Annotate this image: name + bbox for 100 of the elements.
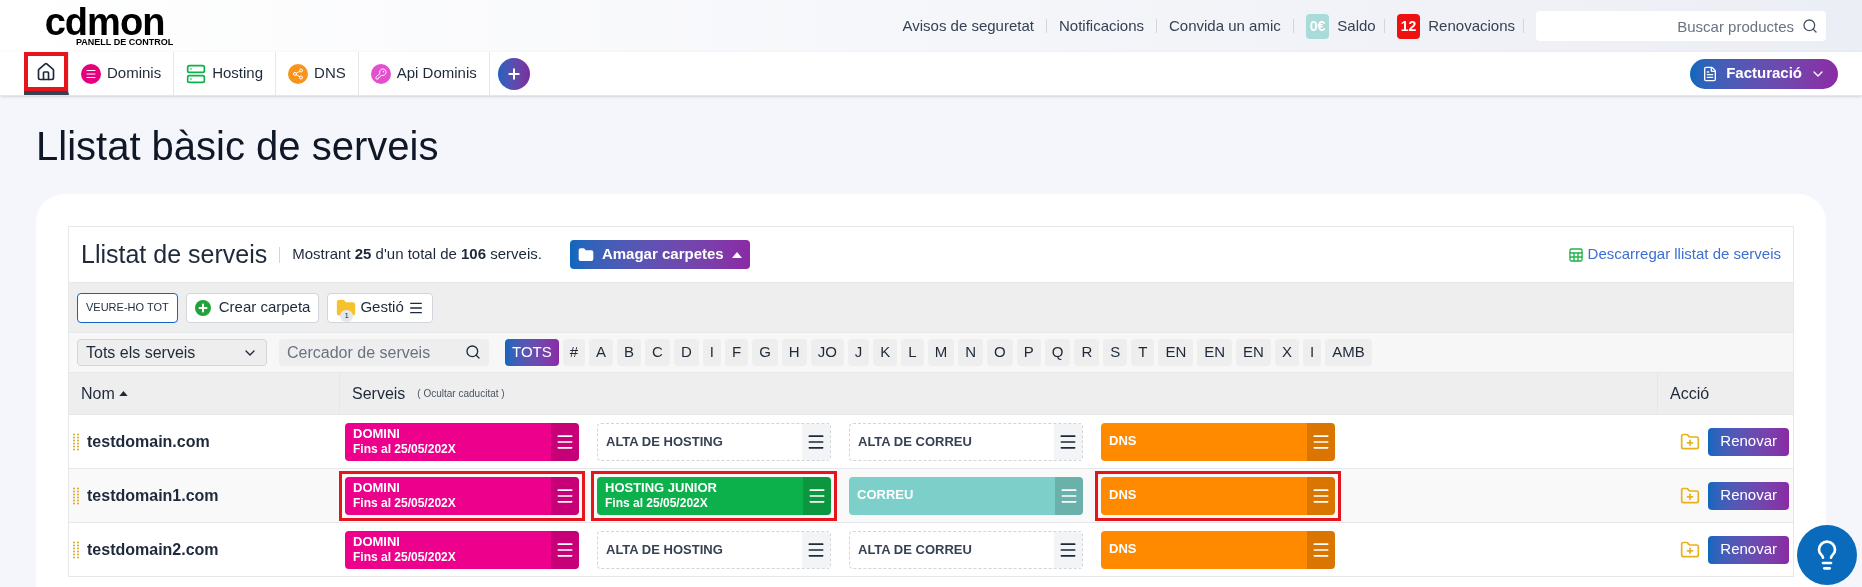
expiry-date: Fins al 25/05/202X — [353, 550, 457, 566]
home-tab[interactable] — [24, 52, 69, 95]
page-title: Llistat bàsic de serveis — [35, 123, 440, 170]
search-icon — [465, 344, 481, 360]
letter-filter[interactable]: K — [873, 339, 898, 366]
search-icon — [1802, 18, 1818, 34]
nav-tab[interactable]: Dominis — [69, 52, 175, 95]
document-icon — [1702, 65, 1719, 82]
dns-icon — [288, 63, 309, 84]
letter-filter[interactable]: # — [562, 339, 586, 366]
letter-filter[interactable]: A — [589, 339, 614, 366]
letter-filter[interactable]: D — [673, 339, 699, 366]
service-name: DNS — [1109, 433, 1138, 450]
service-name: ALTA DE CORREU — [858, 432, 972, 451]
letter-filter[interactable]: AMB — [1325, 339, 1372, 366]
service-tag[interactable]: DOMINI Fins al 25/05/202X — [345, 530, 579, 569]
top-link[interactable]: Notificacions — [1046, 14, 1156, 38]
panel-title: Llistat de serveis — [81, 238, 268, 270]
renewals-badge[interactable]: 12 — [1396, 13, 1421, 39]
letter-filter[interactable]: EN — [1236, 339, 1271, 366]
logo-subtitle: PANELL DE CONTROL — [76, 37, 174, 47]
add-service-tag[interactable]: ALTA DE CORREU — [849, 422, 1083, 461]
service-search-field[interactable]: Cercador de serveis — [279, 339, 489, 366]
view-all-button[interactable]: VEURE-HO TOT — [77, 292, 178, 323]
top-link[interactable]: Avisos de seguretat — [890, 14, 1046, 38]
renew-button[interactable]: Renovar — [1708, 481, 1789, 510]
key-icon — [370, 63, 391, 84]
add-service-tag[interactable]: ALTA DE HOSTING — [597, 422, 831, 461]
letter-filter[interactable]: G — [752, 339, 778, 366]
service-name: DNS — [1109, 541, 1138, 558]
service-name: ALTA DE HOSTING — [606, 540, 723, 559]
plus-icon — [505, 65, 522, 82]
column-header[interactable]: Nom — [81, 381, 115, 406]
letter-filter[interactable]: Q — [1044, 339, 1071, 366]
domain-name: testdomain.com — [87, 431, 210, 452]
download-link[interactable]: Descarregar llistat de serveis — [1567, 243, 1781, 266]
folders-button[interactable]: Amagar carpetes — [569, 240, 750, 269]
service-menu-button[interactable] — [1054, 423, 1082, 460]
folder-icon — [577, 246, 594, 263]
renewals-link[interactable]: Renovacions — [1420, 14, 1523, 38]
letter-filter[interactable]: S — [1103, 339, 1128, 366]
letter-filter[interactable]: JO — [810, 339, 844, 366]
service-menu-button[interactable] — [802, 423, 830, 460]
renew-button[interactable]: Renovar — [1708, 427, 1789, 456]
letter-filter[interactable]: I — [1302, 339, 1322, 366]
balance-link[interactable]: Saldo — [1329, 14, 1384, 38]
service-name: DNS — [1109, 487, 1138, 504]
service-tag[interactable]: DOMINI Fins al 25/05/202X — [345, 422, 579, 461]
letter-filter[interactable]: L — [901, 339, 924, 366]
letter-filter[interactable]: EN — [1197, 339, 1233, 366]
letter-filter[interactable]: T — [1131, 339, 1155, 366]
top-link[interactable]: Convida un amic — [1157, 14, 1293, 38]
service-type-select[interactable]: Tots els serveis — [77, 339, 267, 366]
service-tag[interactable]: DOMINI Fins al 25/05/202X — [345, 476, 579, 515]
letter-filter[interactable]: M — [927, 339, 955, 366]
letter-filter[interactable]: TOTS — [505, 339, 559, 366]
letter-filter[interactable]: P — [1016, 339, 1041, 366]
service-name: CORREU — [857, 487, 915, 504]
caret-icon — [731, 251, 742, 258]
search-field[interactable]: Buscar productes — [1536, 11, 1826, 41]
folder-icon — [336, 297, 357, 318]
service-menu-button[interactable] — [1054, 531, 1082, 568]
nav-tab[interactable]: DNS — [276, 52, 359, 95]
letter-filter[interactable]: F — [724, 339, 749, 366]
sort-icon[interactable] — [118, 391, 128, 396]
letter-filter[interactable]: C — [645, 339, 670, 366]
service-name: ALTA DE HOSTING — [606, 432, 723, 451]
drag-handle-icon[interactable] — [73, 486, 79, 505]
nav-tab[interactable]: Hosting — [174, 52, 277, 95]
letter-filter[interactable]: J — [847, 339, 870, 366]
billing-button[interactable]: Facturació — [1690, 58, 1838, 89]
hide-expiry-link[interactable]: ( Ocultar caducitat ) — [417, 386, 505, 401]
spreadsheet-icon — [1567, 246, 1584, 263]
letter-filter[interactable]: H — [781, 339, 807, 366]
letter-filter[interactable]: O — [987, 339, 1013, 366]
plus-icon — [194, 299, 211, 316]
letter-filter[interactable]: X — [1274, 339, 1299, 366]
expiry-date: Fins al 25/05/202X — [353, 442, 457, 458]
expiry-date: Fins al 25/05/202X — [605, 496, 709, 512]
nav-tab[interactable]: Api Dominis — [358, 52, 490, 95]
manage-button[interactable]: 1 Gestió — [327, 292, 433, 323]
add-service-tag[interactable]: ALTA DE HOSTING — [597, 530, 831, 569]
letter-filter[interactable]: B — [617, 339, 642, 366]
list-icon — [81, 63, 101, 84]
letter-filter[interactable]: N — [958, 339, 984, 366]
drag-handle-icon[interactable] — [73, 540, 79, 559]
service-name: ALTA DE CORREU — [858, 540, 972, 559]
letter-filter[interactable]: EN — [1158, 339, 1194, 366]
service-menu-button[interactable] — [802, 531, 830, 568]
letter-filter[interactable]: R — [1074, 339, 1100, 366]
help-button[interactable] — [1797, 525, 1857, 585]
add-service-tag[interactable]: ALTA DE CORREU — [849, 530, 1083, 569]
logo[interactable]: cdmon — [44, 5, 165, 38]
renew-button[interactable]: Renovar — [1708, 535, 1789, 564]
add-button[interactable] — [497, 57, 530, 90]
column-header: Serveis — [352, 383, 406, 404]
drag-handle-icon[interactable] — [73, 432, 79, 451]
letter-filter[interactable]: I — [702, 339, 721, 366]
create-folder-button[interactable]: Crear carpeta — [185, 292, 320, 323]
service-name: DOMINI — [353, 425, 401, 443]
